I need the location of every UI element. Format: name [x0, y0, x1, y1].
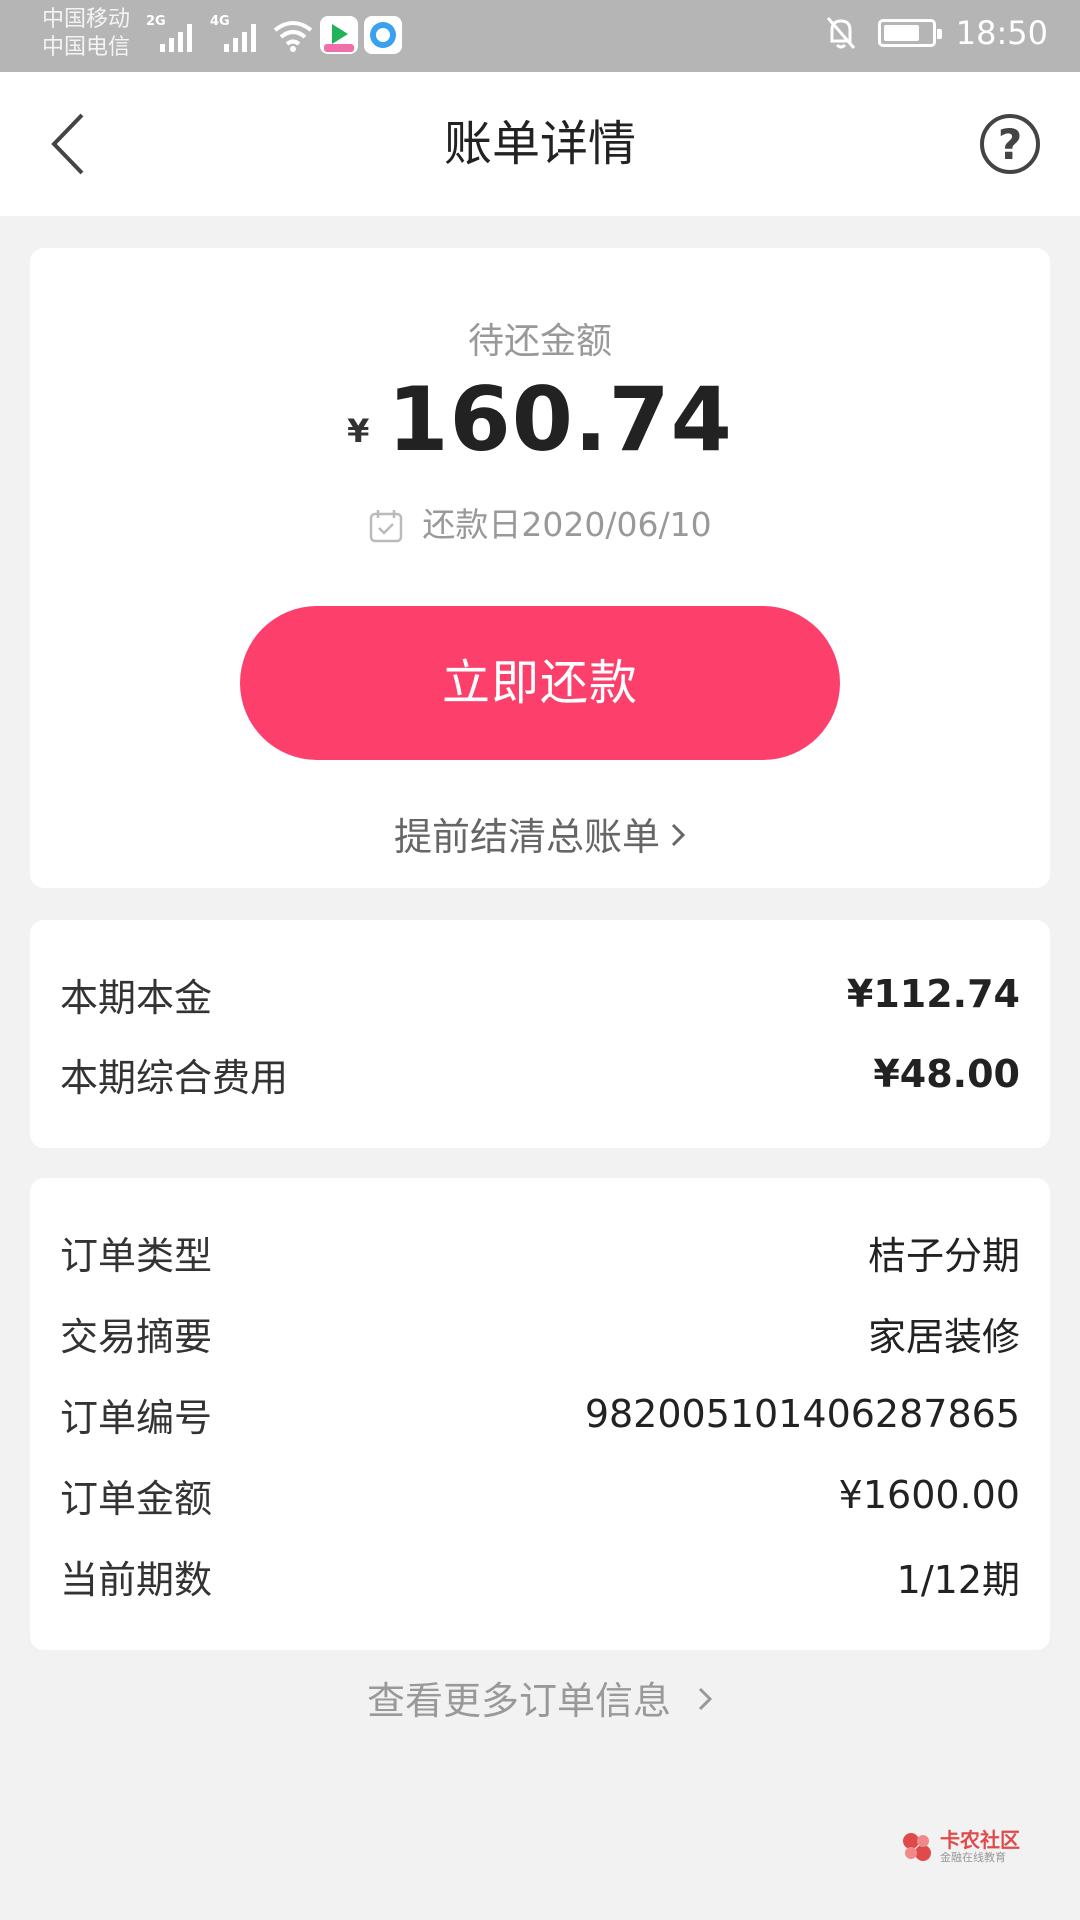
- charge-value: ¥112.74: [846, 972, 1020, 1016]
- watermark: 卡农社区 金融在线教育: [900, 1829, 1020, 1865]
- carrier-names: 中国移动 中国电信: [42, 6, 130, 62]
- order-label: 订单编号: [60, 1395, 213, 1440]
- charge-value: ¥48.00: [873, 1052, 1020, 1096]
- watermark-main: 卡农社区: [940, 1828, 1020, 1852]
- signal-icon-2: [224, 22, 256, 52]
- order-row-period: 当前期数 1/12期: [60, 1536, 1020, 1616]
- order-value: 982005101406287865: [584, 1392, 1020, 1436]
- chevron-right-icon: [698, 1687, 713, 1711]
- help-icon: ?: [997, 119, 1023, 169]
- charge-row-fees: 本期综合费用 ¥48.00: [60, 1034, 1020, 1114]
- clock: 18:50: [955, 14, 1048, 52]
- order-value: 家居装修: [867, 1314, 1020, 1359]
- charge-label: 本期本金: [60, 975, 213, 1020]
- signal-icon: [160, 22, 192, 52]
- page-title: 账单详情: [443, 116, 636, 172]
- order-label: 订单类型: [60, 1233, 213, 1278]
- chevron-right-icon: [671, 823, 686, 847]
- charge-row-principal: 本期本金 ¥112.74: [60, 954, 1020, 1034]
- calendar-icon: [370, 510, 403, 543]
- order-label: 订单金额: [60, 1476, 213, 1521]
- due-date-row: 还款日2020/06/10: [30, 498, 1050, 546]
- due-date: 还款日2020/06/10: [422, 505, 712, 544]
- bell-muted-icon: [826, 17, 855, 49]
- status-right: 18:50: [824, 14, 1048, 52]
- order-value: ¥1600.00: [838, 1473, 1020, 1517]
- settle-all-label: 提前结清总账单: [393, 815, 660, 859]
- order-row-summary: 交易摘要 家居装修: [60, 1293, 1020, 1373]
- due-amount-label: 待还金额: [467, 321, 612, 362]
- carrier-2: 中国电信: [42, 35, 131, 60]
- more-order-info-label: 查看更多订单信息: [366, 1679, 671, 1723]
- more-order-info-link[interactable]: 查看更多订单信息: [0, 1670, 1080, 1725]
- amount-row: ¥160.74: [30, 368, 1050, 471]
- battery-level: [883, 25, 919, 41]
- summary-card: 待还金额 ¥160.74 还款日2020/06/10 立即还款 提前结清总账单: [30, 248, 1050, 888]
- order-label: 交易摘要: [60, 1314, 213, 1359]
- watermark-text: 卡农社区 金融在线教育: [940, 1829, 1020, 1865]
- order-value: 1/12期: [896, 1557, 1020, 1602]
- order-info-card: 订单类型 桔子分期 交易摘要 家居装修 订单编号 982005101406287…: [30, 1178, 1050, 1650]
- due-amount: 160.74: [387, 368, 733, 471]
- currency-symbol: ¥: [347, 412, 370, 450]
- wifi-icon: [273, 21, 313, 52]
- charges-card: 本期本金 ¥112.74 本期综合费用 ¥48.00: [30, 920, 1050, 1148]
- help-button[interactable]: ?: [980, 114, 1040, 174]
- watermark-logo-icon: [903, 1833, 931, 1861]
- settle-all-link[interactable]: 提前结清总账单: [30, 806, 1050, 861]
- charge-label: 本期综合费用: [60, 1055, 289, 1100]
- app-video-icon: [320, 16, 358, 54]
- order-row-amount: 订单金额 ¥1600.00: [60, 1455, 1020, 1535]
- order-row-number: 订单编号 982005101406287865: [60, 1374, 1020, 1454]
- watermark-sub: 金融在线教育: [940, 1851, 1006, 1864]
- pay-now-button[interactable]: 立即还款: [240, 606, 840, 760]
- order-row-type: 订单类型 桔子分期: [60, 1212, 1020, 1292]
- battery-icon: [877, 19, 942, 47]
- carrier-1: 中国移动: [42, 7, 131, 32]
- order-value: 桔子分期: [867, 1233, 1020, 1278]
- header: 账单详情 ?: [0, 72, 1080, 216]
- order-label: 当前期数: [60, 1557, 213, 1602]
- status-bar: 中国移动 中国电信 2G 4G 18:50: [0, 0, 1080, 72]
- app-browser-icon: [364, 16, 402, 54]
